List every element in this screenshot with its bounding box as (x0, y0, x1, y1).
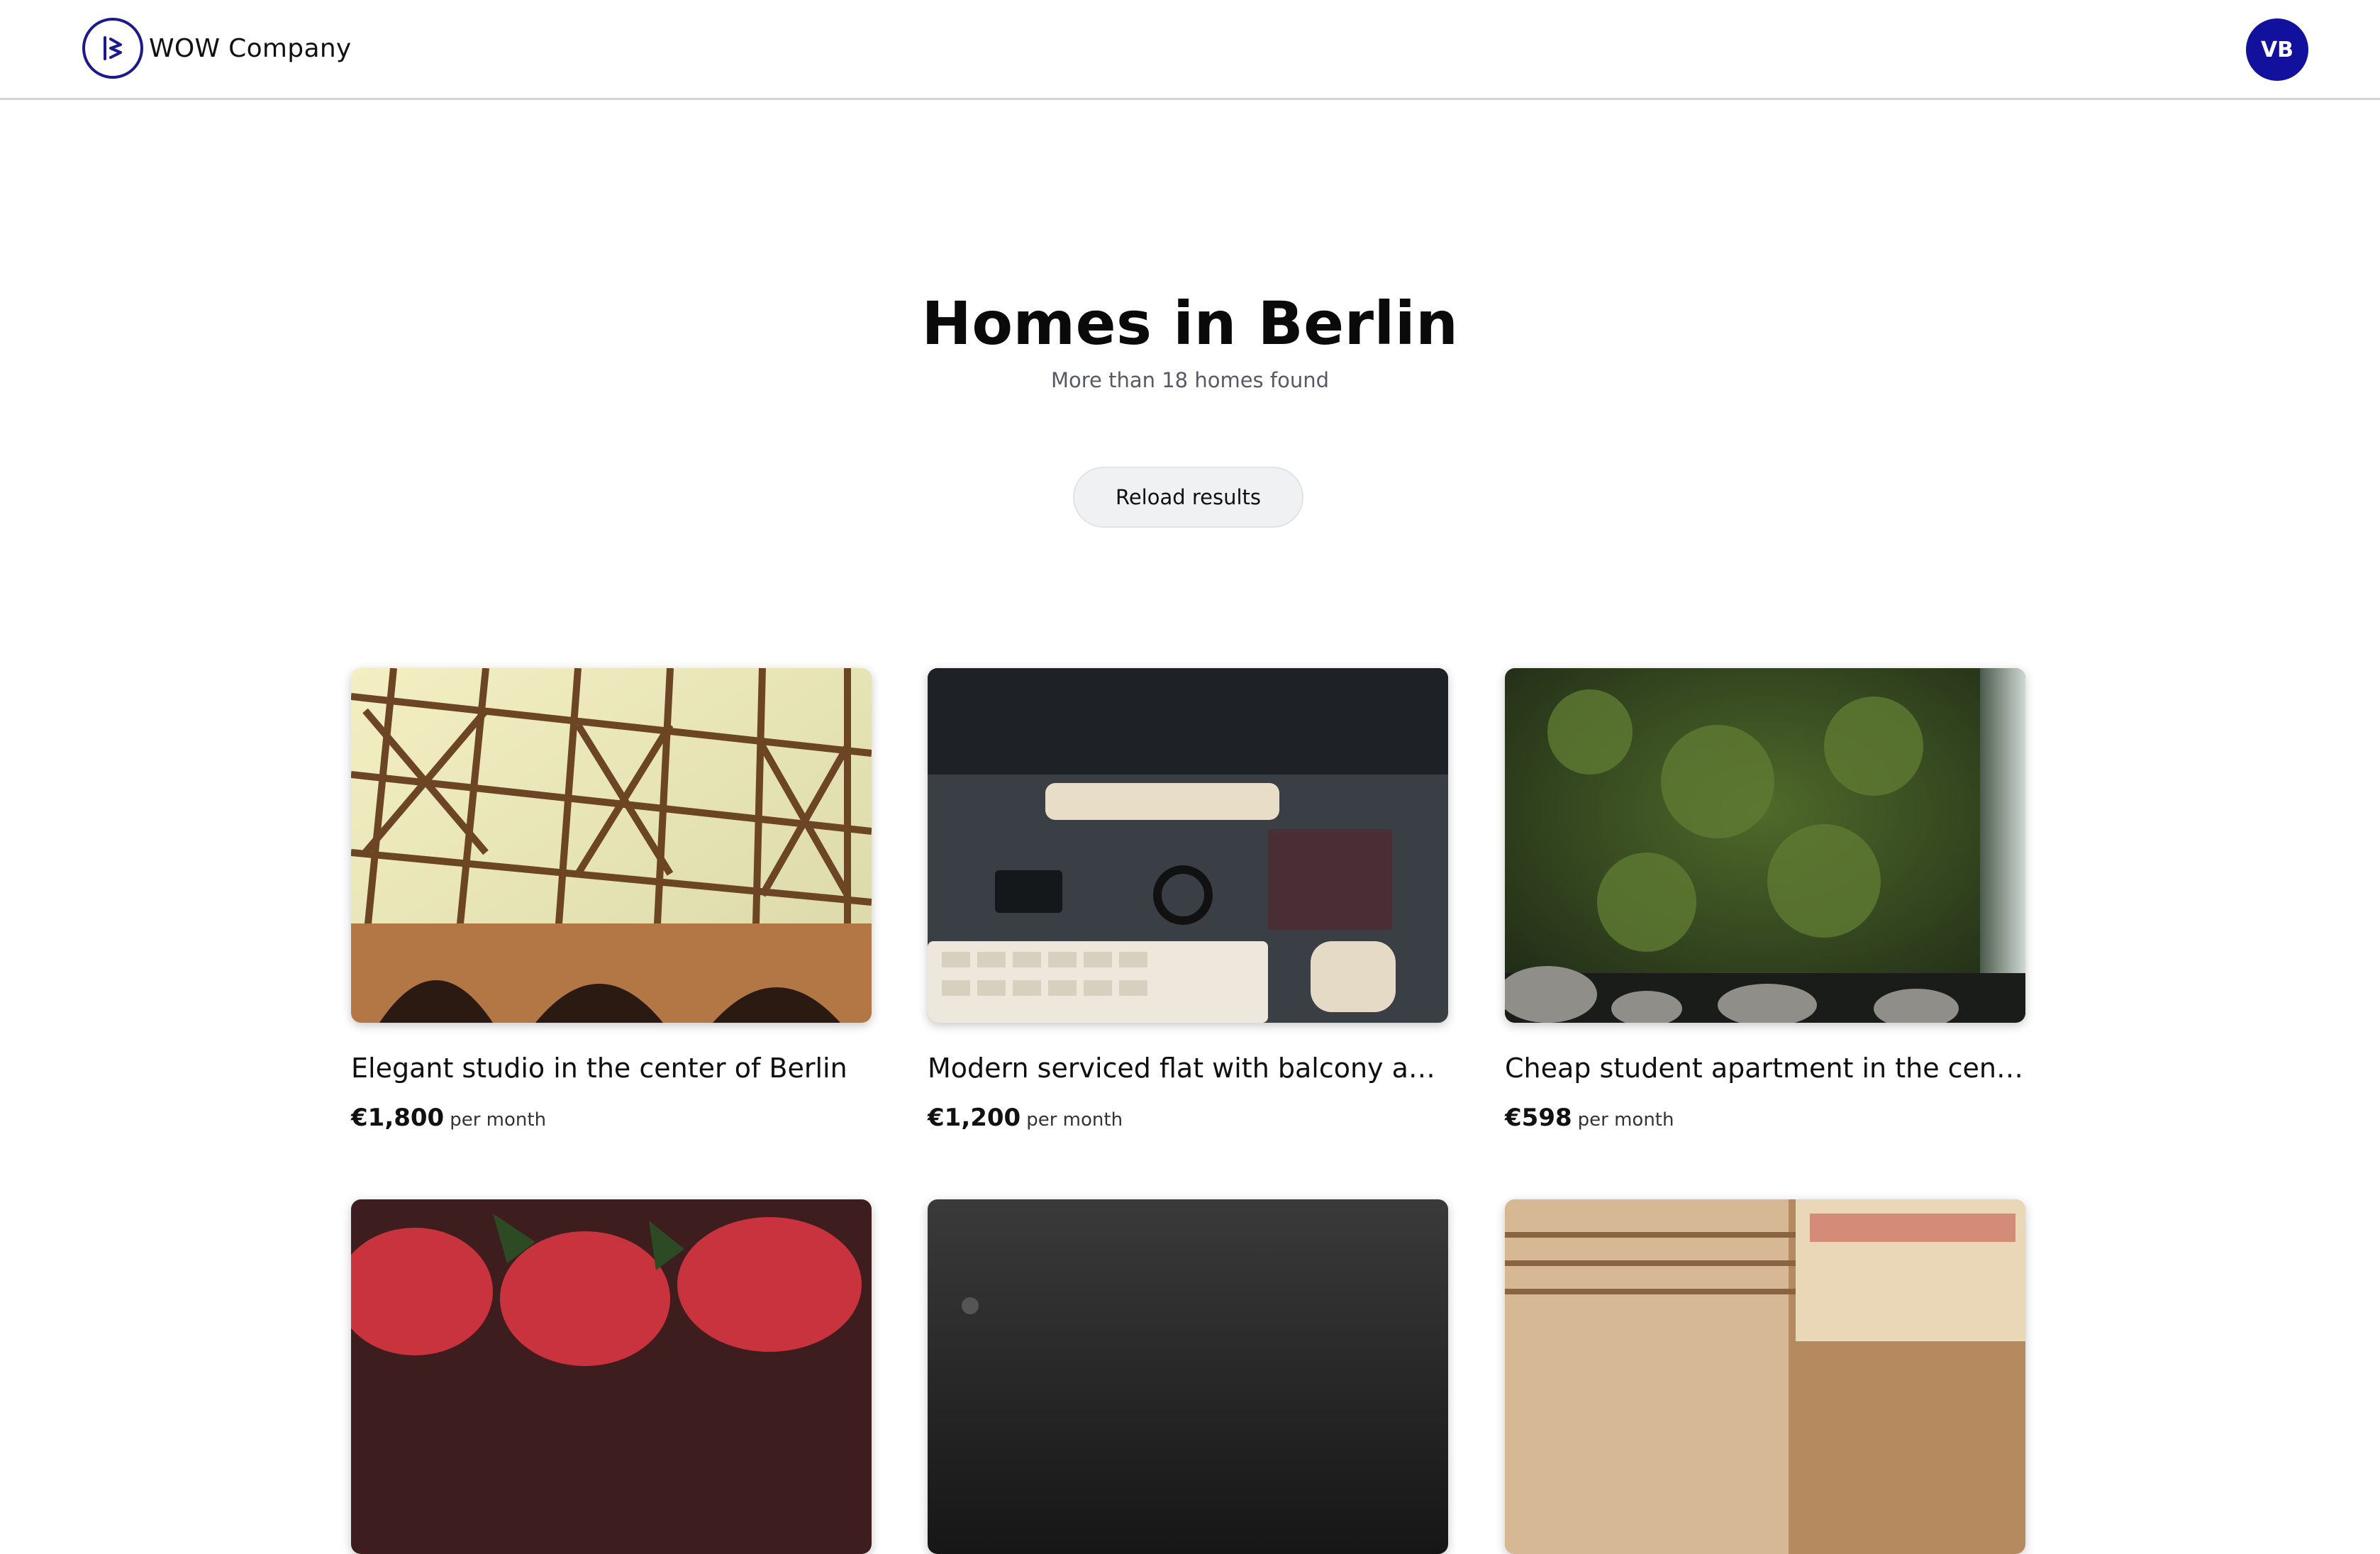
listing-card[interactable] (928, 1199, 1448, 1554)
listing-price: €1,800 (351, 1104, 445, 1132)
listing-card[interactable] (351, 1199, 872, 1554)
listing-price-row: €598 per month (1505, 1104, 2025, 1132)
listing-price-row: €1,200 per month (928, 1104, 1448, 1132)
brand[interactable]: WOW Company (82, 17, 352, 79)
listing-card[interactable]: Cheap student apartment in the cent... €… (1505, 668, 2025, 1132)
listing-price: €1,200 (928, 1104, 1021, 1132)
top-navigation-bar: WOW Company VB (0, 0, 2380, 100)
listing-title[interactable]: Cheap student apartment in the cent... (1505, 1051, 2025, 1085)
listing-card[interactable]: Elegant studio in the center of Berlin €… (351, 668, 872, 1132)
listing-price-unit: per month (1577, 1109, 1674, 1131)
listing-title[interactable]: Elegant studio in the center of Berlin (351, 1051, 872, 1085)
listing-price-unit: per month (1026, 1109, 1123, 1131)
listing-title[interactable]: Modern serviced flat with balcony and... (928, 1051, 1448, 1085)
company-logo-icon (82, 18, 143, 79)
listing-photo-strawberries (351, 1199, 872, 1554)
listing-price-row: €1,800 per month (351, 1104, 872, 1132)
listing-price: €598 (1505, 1104, 1572, 1132)
listing-photo-desk-setup (928, 668, 1448, 1023)
listing-photo-wooden-crate (1505, 1199, 2025, 1554)
listing-card[interactable]: Modern serviced flat with balcony and...… (928, 668, 1448, 1132)
page-title: Homes in Berlin (921, 289, 1459, 358)
reload-results-button[interactable]: Reload results (1073, 467, 1303, 528)
listing-price-unit: per month (450, 1109, 547, 1131)
user-avatar-button[interactable]: VB (2246, 18, 2308, 81)
listing-card[interactable] (1505, 1199, 2025, 1554)
listing-photo-mossy-rocks (1505, 668, 2025, 1023)
listing-photo-dark-scene (928, 1199, 1448, 1554)
results-count: More than 18 homes found (1050, 368, 1329, 392)
listing-photo-steel-structure (351, 668, 872, 1023)
company-name: WOW Company (149, 33, 352, 63)
